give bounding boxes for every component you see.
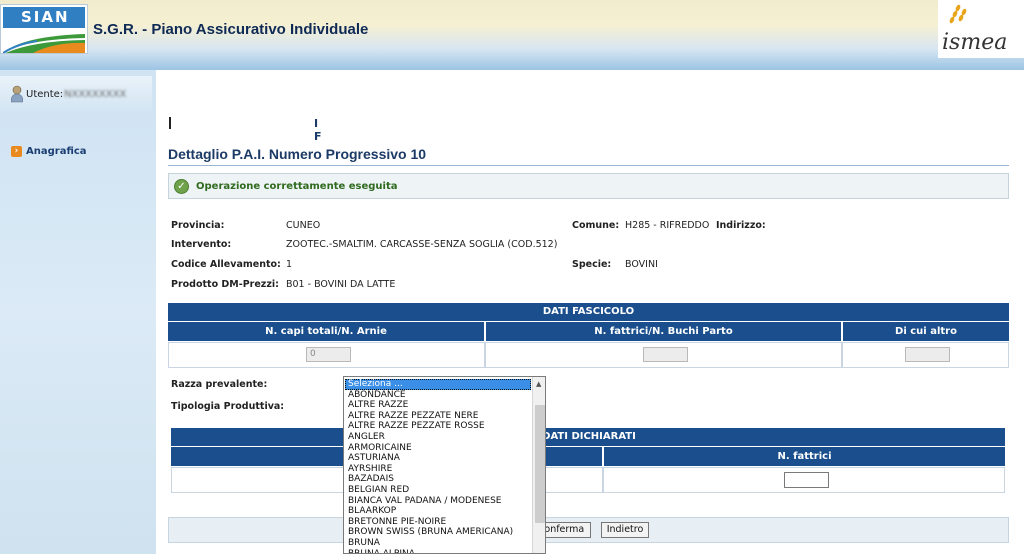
- comune-value: H285 - RIFREDDO: [625, 220, 710, 231]
- fattrici-buchi-input: [643, 347, 688, 362]
- user-name: NXXXXXXXX: [64, 89, 127, 100]
- intervento-label: Intervento:: [171, 239, 232, 250]
- dropdown-option[interactable]: BRUNA: [348, 538, 380, 549]
- col-di-cui-altro: Di cui altro: [843, 322, 1009, 341]
- sidebar-item-anagrafica[interactable]: › Anagrafica: [11, 146, 87, 157]
- scrollbar-thumb[interactable]: [535, 405, 545, 523]
- col-capi-totali: N. capi totali/N. Arnie: [168, 322, 484, 341]
- dropdown-scrollbar[interactable]: ▲: [532, 377, 545, 553]
- razza-prevalente-dropdown[interactable]: Seleziona ... ABONDANCE ALTRE RAZZE ALTRE R…: [343, 376, 546, 554]
- dropdown-option[interactable]: ASTURIANA: [348, 453, 400, 464]
- tipologia-produttiva-label: Tipologia Produttiva:: [171, 401, 285, 412]
- dropdown-option[interactable]: AYRSHIRE: [348, 464, 392, 475]
- sian-landscape-icon: [3, 28, 85, 53]
- intervento-value: ZOOTEC.-SMALTIM. CARCASSE-SENZA SOGLIA (…: [286, 239, 558, 250]
- sidebar: Utente: NXXXXXXXX › Anagrafica: [0, 70, 156, 554]
- sidebar-item-label: Anagrafica: [26, 146, 87, 157]
- dropdown-option[interactable]: ARMORICAINE: [348, 443, 412, 454]
- capi-totali-input: 0: [306, 347, 351, 362]
- success-message: Operazione correttamente eseguita: [196, 181, 398, 192]
- page-title: Dettaglio P.A.I. Numero Progressivo 10: [168, 146, 427, 162]
- orange-arrow-icon: ›: [11, 146, 22, 157]
- specie-label: Specie:: [572, 259, 612, 270]
- dropdown-option[interactable]: BIANCA VAL PADANA / MODENESE: [348, 496, 502, 507]
- dropdown-option[interactable]: BROWN SWISS (BRUNA AMERICANA): [348, 527, 513, 538]
- dropdown-option[interactable]: ALTRE RAZZE: [348, 400, 408, 411]
- redacted-mark: [169, 117, 171, 129]
- fascicolo-title: DATI FASCICOLO: [168, 303, 1009, 321]
- dropdown-option[interactable]: ALTRE RAZZE PEZZATE NERE: [348, 411, 478, 422]
- app-header: SIAN S.G.R. - Piano Assicurativo Individ…: [0, 0, 1024, 70]
- app-title: S.G.R. - Piano Assicurativo Individuale: [93, 21, 369, 38]
- dropdown-option[interactable]: BRETONNE PIE-NOIRE: [348, 517, 446, 528]
- razza-prevalente-label: Razza prevalente:: [171, 379, 268, 390]
- n-fattrici-input[interactable]: [784, 472, 829, 488]
- col-fattrici-buchi: N. fattrici/N. Buchi Parto: [486, 322, 841, 341]
- specie-value: BOVINI: [625, 259, 658, 270]
- prodotto-value: B01 - BOVINI DA LATTE: [286, 279, 396, 290]
- title-divider: [168, 165, 1009, 166]
- dropdown-option[interactable]: BAZADAIS: [348, 474, 394, 485]
- codice-allevamento-value: 1: [286, 259, 293, 270]
- di-cui-altro-input: [905, 347, 950, 362]
- scroll-up-icon[interactable]: ▲: [536, 380, 541, 388]
- check-icon: ✓: [174, 179, 189, 194]
- ismea-logo: ismea: [938, 0, 1024, 58]
- dichiarati-title: DATI DICHIARATI: [171, 428, 1005, 446]
- sian-logo[interactable]: SIAN: [0, 4, 88, 54]
- dropdown-option[interactable]: BRUNA ALPINA: [348, 549, 415, 553]
- wheat-icon: [949, 4, 967, 24]
- provincia-label: Provincia:: [171, 220, 225, 231]
- user-icon: [11, 85, 23, 103]
- dropdown-option[interactable]: BLAARKOP: [348, 506, 396, 517]
- redacted-suffix: I F: [314, 117, 322, 143]
- indirizzo-label: Indirizzo:: [716, 220, 766, 231]
- user-label: Utente:: [26, 89, 64, 100]
- dropdown-option[interactable]: ALTRE RAZZE PEZZATE ROSSE: [348, 421, 485, 432]
- prodotto-label: Prodotto DM-Prezzi:: [171, 279, 279, 290]
- col-n-fattrici: N. fattrici: [604, 447, 1005, 466]
- redacted-heading: I F: [169, 117, 329, 143]
- sian-logo-text: SIAN: [3, 7, 85, 28]
- user-box: Utente: NXXXXXXXX: [0, 76, 152, 112]
- codice-allevamento-label: Codice Allevamento:: [171, 259, 281, 270]
- success-message-box: ✓ Operazione correttamente eseguita: [168, 173, 1009, 199]
- ismea-logo-text: ismea: [942, 30, 1008, 55]
- indietro-button[interactable]: Indietro: [601, 522, 649, 538]
- comune-label: Comune:: [572, 220, 620, 231]
- dropdown-option-selected[interactable]: Seleziona ...: [348, 379, 403, 390]
- dropdown-option[interactable]: BELGIAN RED: [348, 485, 409, 496]
- provincia-value: CUNEO: [286, 220, 321, 231]
- dropdown-option[interactable]: ANGLER: [348, 432, 385, 443]
- dropdown-option[interactable]: ABONDANCE: [348, 390, 406, 401]
